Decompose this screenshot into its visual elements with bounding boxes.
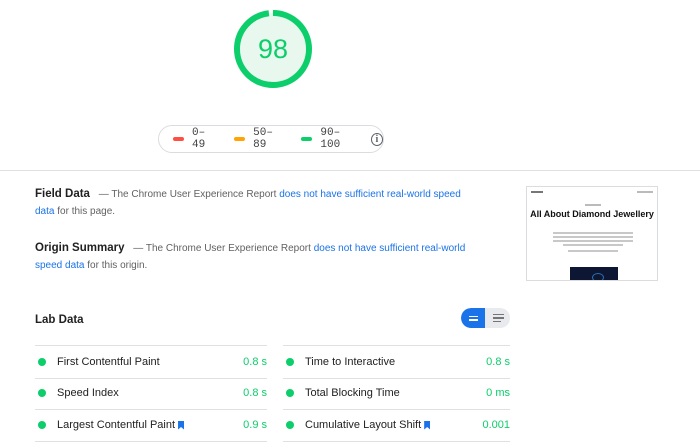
thumbnail-image xyxy=(570,267,618,280)
thumbnail-heading: All About Diamond Jewellery xyxy=(530,209,654,219)
page-screenshot-thumbnail[interactable]: All About Diamond Jewellery xyxy=(526,186,658,281)
metric-name-text: Cumulative Layout Shift xyxy=(305,419,422,431)
thumbnail-text-line xyxy=(563,244,623,246)
metrics-view-toggle xyxy=(461,308,510,328)
thumbnail-text-line xyxy=(553,240,633,242)
metric-first-contentful-paint: First Contentful Paint 0.8 s xyxy=(35,346,267,378)
row-divider xyxy=(283,441,510,442)
bookmark-icon xyxy=(424,420,431,430)
thumbnail-logo xyxy=(531,191,543,193)
thumbnail-text-line xyxy=(553,236,633,238)
lab-data-title: Lab Data xyxy=(35,314,84,326)
metric-name-text: Largest Contentful Paint xyxy=(57,419,176,431)
pass-indicator xyxy=(286,389,294,397)
legend-fail-label: 0–49 xyxy=(191,127,206,151)
bookmark-icon xyxy=(178,420,185,430)
metric-name: Cumulative Layout Shift xyxy=(305,419,431,431)
metric-total-blocking-time: Total Blocking Time 0 ms xyxy=(283,377,510,409)
metric-time-to-interactive: Time to Interactive 0.8 s xyxy=(283,346,510,378)
info-icon[interactable]: i xyxy=(370,132,383,146)
metrics-row: Largest Contentful Paint 0.9 s Cumulativ… xyxy=(35,409,510,441)
metric-name: Largest Contentful Paint xyxy=(57,419,185,431)
row-divider xyxy=(35,441,267,442)
origin-summary-section: Origin Summary — The Chrome User Experie… xyxy=(35,240,475,274)
metric-name: Total Blocking Time xyxy=(305,387,400,399)
origin-summary-text-end: for this origin. xyxy=(87,260,148,271)
score-legend: 0–49 50–89 90–100 i xyxy=(158,125,384,153)
origin-summary-text: — The Chrome User Experience Report xyxy=(133,243,311,254)
metrics-row: Speed Index 0.8 s Total Blocking Time 0 … xyxy=(35,377,510,409)
metric-name: Time to Interactive xyxy=(305,356,396,368)
pass-indicator xyxy=(286,421,294,429)
metric-value: 0 ms xyxy=(486,387,510,399)
metric-value: 0.9 s xyxy=(243,419,267,431)
metric-value: 0.8 s xyxy=(486,356,510,368)
thumbnail-kicker xyxy=(585,204,601,206)
summary-view-button[interactable] xyxy=(461,308,485,328)
metric-cumulative-layout-shift: Cumulative Layout Shift 0.001 xyxy=(283,409,510,441)
field-data-section: Field Data — The Chrome User Experience … xyxy=(35,186,475,220)
performance-score-value: 98 xyxy=(257,33,289,64)
metric-value: 0.8 s xyxy=(243,387,267,399)
metric-value: 0.8 s xyxy=(243,356,267,368)
metric-name: First Contentful Paint xyxy=(57,356,160,368)
divider xyxy=(0,170,700,171)
metric-name: Speed Index xyxy=(57,387,119,399)
field-data-text: — The Chrome User Experience Report xyxy=(98,189,277,200)
pass-indicator xyxy=(38,421,46,429)
metric-speed-index: Speed Index 0.8 s xyxy=(35,377,267,409)
pass-indicator xyxy=(286,358,294,366)
legend-fail-marker xyxy=(173,137,184,141)
legend-average-label: 50–89 xyxy=(253,127,273,151)
metrics-row: First Contentful Paint 0.8 s Time to Int… xyxy=(35,346,510,378)
pass-indicator xyxy=(38,389,46,397)
expanded-view-icon xyxy=(492,313,504,323)
legend-average: 50–89 xyxy=(234,127,283,151)
legend-pass-label: 90–100 xyxy=(320,127,341,151)
pass-indicator xyxy=(38,358,46,366)
field-data-title: Field Data xyxy=(35,188,90,200)
expanded-view-button[interactable] xyxy=(486,308,510,328)
thumbnail-nav xyxy=(637,191,653,193)
origin-summary-title: Origin Summary xyxy=(35,242,125,254)
legend-pass-marker xyxy=(301,137,313,141)
legend-average-marker xyxy=(234,137,246,141)
metric-largest-contentful-paint: Largest Contentful Paint 0.9 s xyxy=(35,409,267,441)
thumbnail-text-line xyxy=(568,250,618,252)
legend-pass: 90–100 xyxy=(301,127,356,151)
field-data-text-end: for this page. xyxy=(57,206,116,217)
summary-view-icon xyxy=(468,315,478,321)
legend-fail: 0–49 xyxy=(173,127,216,151)
metric-value: 0.001 xyxy=(482,419,510,431)
thumbnail-text-line xyxy=(553,232,633,234)
